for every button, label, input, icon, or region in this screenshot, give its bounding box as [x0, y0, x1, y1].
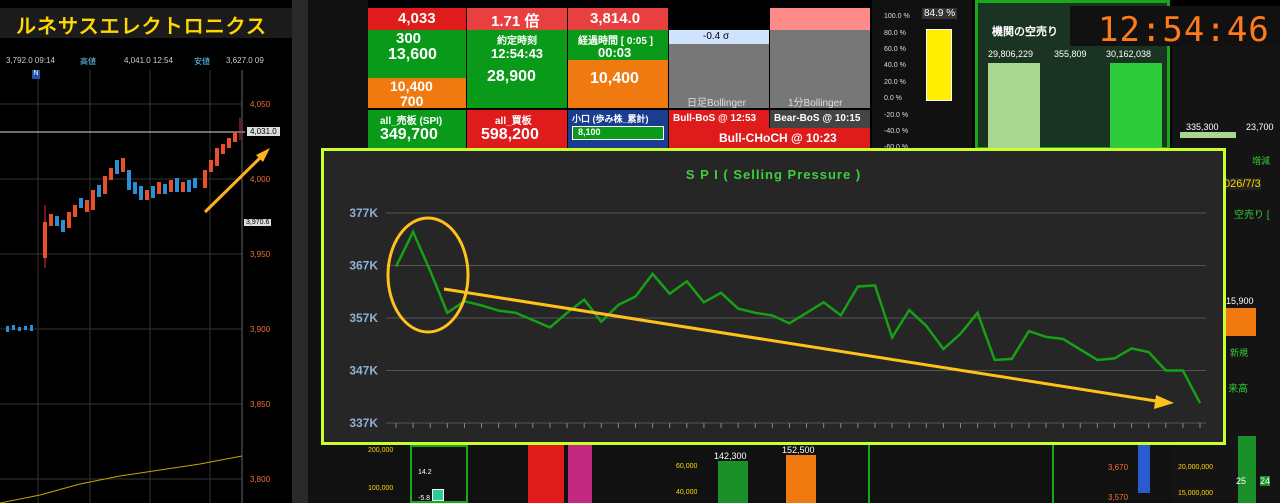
short-panel-title: 機関の空売り	[992, 26, 1058, 38]
trend-arrow-line	[443, 287, 1157, 403]
y-tick-label: 347K	[349, 364, 378, 378]
minute-bollinger: 1分Bollinger	[770, 8, 870, 109]
short-value: 355,809	[1054, 49, 1087, 59]
short-value: 29,806,229	[988, 49, 1034, 59]
cell-col1-row2: 300 13,600	[368, 30, 466, 78]
clock-text: 12:54:46	[1098, 10, 1270, 50]
ohlc-high-label: 高値	[80, 57, 96, 66]
y-tick-label: 377K	[349, 206, 378, 220]
price-chart-canvas	[0, 70, 270, 503]
cell-col2-row3: 28,900	[467, 68, 567, 108]
top-value-1: 4,033	[368, 8, 466, 30]
y-tick: 3,800	[250, 475, 271, 484]
y-tick-label: 357K	[349, 311, 378, 325]
candlesticks	[6, 118, 241, 332]
y-tick: 3,950	[250, 250, 271, 259]
gauge-bar	[926, 29, 952, 101]
cell-col3-row3: 10,400	[568, 60, 668, 108]
bull-bos-badge: Bull-BoS @ 12:53	[669, 110, 769, 128]
cell-col1-row3: 10,400 700	[368, 78, 466, 109]
spi-plot: 377K 367K 357K 347K 337K	[349, 206, 1206, 430]
gauge-panel: 100.0 % 80.0 % 60.0 % 40.0 % 20.0 % 0.0 …	[872, 0, 972, 151]
top-value-2: 1.71 倍	[467, 8, 567, 30]
gauge-value: 84.9 %	[922, 8, 958, 19]
buy-board-cell: all_買板 598,200	[467, 110, 567, 148]
bear-bos-badge: Bear-BoS @ 10:15	[770, 110, 870, 128]
short-bar-1	[988, 63, 1040, 153]
ohlc-low: 3,627.0 09	[226, 56, 264, 65]
y-tick-label: 367K	[349, 259, 378, 273]
ohlc-open: 3,792.0 09:14	[6, 56, 55, 65]
short-bar-2	[1110, 63, 1162, 153]
spi-cell: all_売板 (SPI) 349,700	[368, 110, 466, 148]
sigma-value: -0.4 σ	[669, 30, 769, 44]
spi-chart: S P I ( Selling Pressure ) 377K 367K 357K 3…	[321, 148, 1226, 445]
small-lot-cell: 小口 (歩み株_累計) 8,100	[568, 110, 668, 148]
y-tick-label: 337K	[349, 416, 378, 430]
clock: 12:54:46	[1070, 6, 1280, 50]
ohlc-low-label: 安値	[194, 57, 210, 66]
y-tick: 3,900	[250, 325, 271, 334]
secondary-price-tag: 3,970.6	[244, 219, 272, 226]
current-price-tag: 4,031.0	[247, 127, 280, 136]
news-marker[interactable]: N	[32, 70, 40, 79]
panel-separator	[292, 0, 308, 503]
highlight-ellipse	[386, 216, 470, 334]
y-tick: 3,850	[250, 400, 271, 409]
company-title: ルネサスエレクトロニクス	[16, 16, 267, 38]
short-value: 30,162,038	[1106, 49, 1152, 59]
price-chart-panel: 3,792.0 09:14 高値 4,041.0 12:54 安値 3,627.…	[0, 0, 290, 503]
ohlc-high: 4,041.0 12:54	[124, 56, 173, 65]
y-tick: 4,050	[250, 100, 271, 109]
bottom-strip: 200,000 100,000 14.2 -5.8 60,000 40,000 …	[368, 445, 1172, 503]
cell-keika: 経過時間 [ 0:05 ] 00:03	[568, 30, 668, 60]
daily-bollinger: 日足Bollinger	[669, 44, 769, 109]
y-tick: 4,000	[250, 175, 271, 184]
bull-choch-badge: Bull-CHoCH @ 10:23	[669, 128, 870, 148]
trend-arrow-head	[1154, 395, 1174, 409]
top-value-3: 3,814.0	[568, 8, 668, 30]
